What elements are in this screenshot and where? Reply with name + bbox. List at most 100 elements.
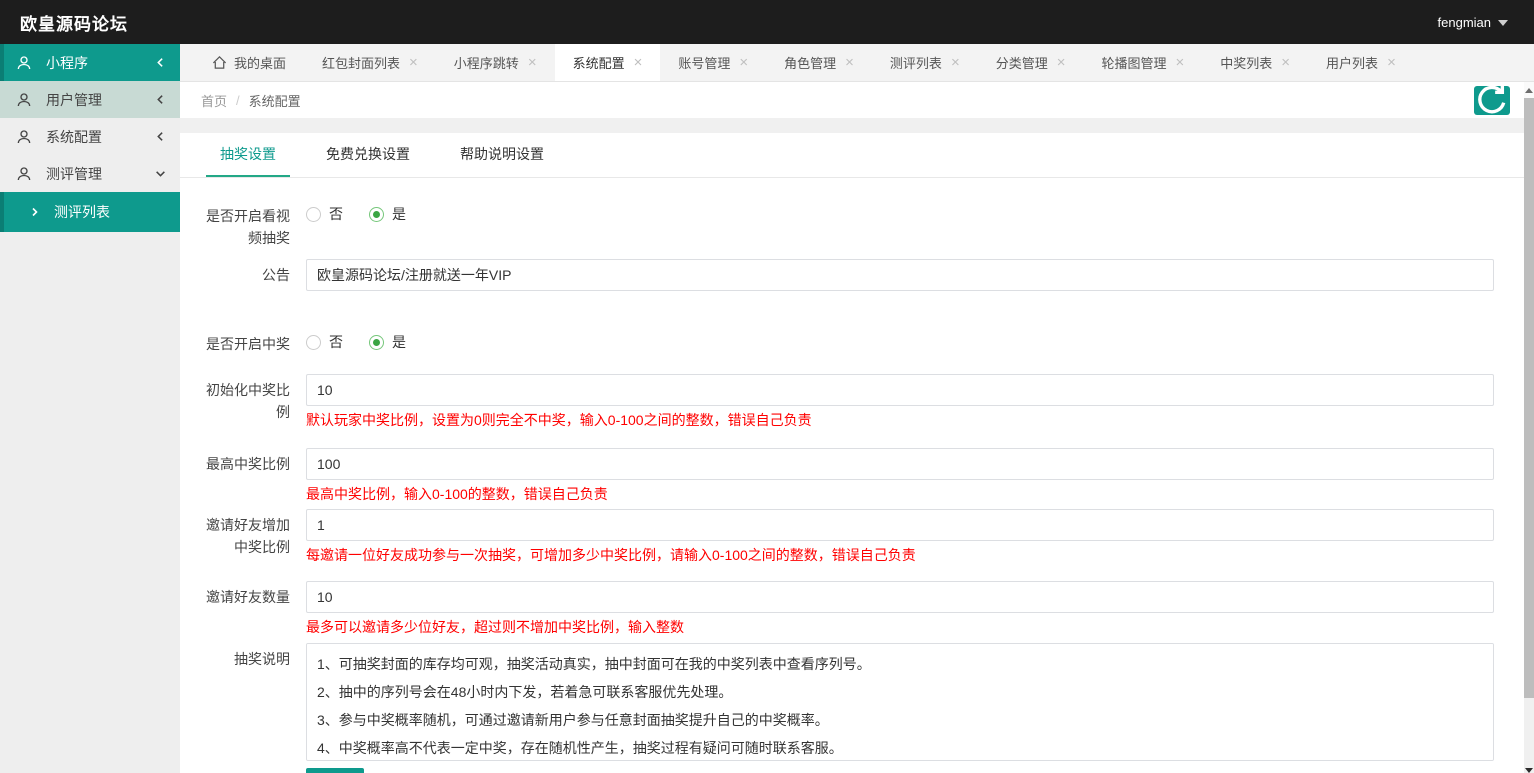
- radio-label: 否: [329, 206, 343, 222]
- tab-redpacket-cover-list[interactable]: 红包封面列表 ×: [304, 44, 436, 81]
- radio-label: 否: [329, 334, 343, 350]
- form-row-invite-ratio: 邀请好友增加中奖比例 每邀请一位好友成功参与一次抽奖，可增加多少中奖比例，请输入…: [200, 509, 1494, 565]
- user-icon: [15, 165, 33, 183]
- breadcrumb: 首页 / 系统配置: [201, 91, 301, 110]
- app-header: 欧皇源码论坛 fengmian: [0, 0, 1534, 44]
- field-hint: 默认玩家中奖比例，设置为0则完全不中奖，输入0-100之间的整数，错误自己负责: [306, 412, 812, 428]
- sidebar-item-label: 用户管理: [46, 91, 102, 108]
- field-label: 公告: [262, 267, 290, 283]
- tab-category-management[interactable]: 分类管理 ×: [978, 44, 1084, 81]
- scrollbar-thumb[interactable]: [1524, 98, 1534, 698]
- radio-icon-selected[interactable]: [369, 334, 384, 350]
- user-menu[interactable]: fengmian: [1438, 15, 1534, 30]
- main-area: 我的桌面 红包封面列表 × 小程序跳转 × 系统配置 × 账号管理 × 角色管理…: [180, 44, 1534, 773]
- radio-option-yes[interactable]: 是: [369, 332, 406, 352]
- tab-free-exchange-settings[interactable]: 免费兑换设置: [312, 133, 424, 177]
- refresh-button[interactable]: [1474, 85, 1510, 115]
- scrollbar-down-arrow[interactable]: [1524, 763, 1534, 773]
- tab-my-desktop[interactable]: 我的桌面: [194, 44, 304, 81]
- field-label: 抽奖说明: [234, 651, 290, 667]
- invite-count-input[interactable]: [306, 581, 1494, 613]
- close-icon[interactable]: ×: [739, 55, 748, 70]
- sidebar-item-label: 小程序: [46, 54, 88, 71]
- close-icon[interactable]: ×: [951, 55, 960, 70]
- field-label: 邀请好友数量: [206, 589, 290, 605]
- form-row-video-lottery: 是否开启看视频抽奖 否 是: [200, 200, 1494, 249]
- sidebar-item-system-config[interactable]: 系统配置: [0, 118, 180, 155]
- breadcrumb-home[interactable]: 首页: [201, 91, 227, 110]
- tab-miniprogram-jump[interactable]: 小程序跳转 ×: [436, 44, 555, 81]
- field-hint: 每邀请一位好友成功参与一次抽奖，可增加多少中奖比例，请输入0-100之间的整数，…: [306, 547, 916, 563]
- tab-winning-list[interactable]: 中奖列表 ×: [1202, 44, 1308, 81]
- close-icon[interactable]: ×: [409, 55, 418, 70]
- win-enabled-radio-group: 否 是: [306, 328, 1494, 352]
- form-row-notice: 公告: [200, 259, 1494, 291]
- tab-label: 系统配置: [572, 56, 625, 71]
- form-row-max-ratio: 最高中奖比例 最高中奖比例，输入0-100的整数，错误自己负责: [200, 448, 1494, 504]
- sidebar-item-label: 系统配置: [46, 128, 102, 145]
- open-tabs-bar: 我的桌面 红包封面列表 × 小程序跳转 × 系统配置 × 账号管理 × 角色管理…: [180, 44, 1534, 82]
- radio-icon-selected[interactable]: [369, 206, 384, 222]
- app-title: 欧皇源码论坛: [20, 14, 128, 34]
- sidebar-item-miniprogram[interactable]: 小程序: [0, 44, 180, 81]
- user-icon: [15, 91, 33, 109]
- radio-option-no[interactable]: 否: [306, 332, 343, 352]
- close-icon[interactable]: ×: [528, 55, 537, 70]
- tab-label: 测评列表: [889, 56, 942, 71]
- field-hint: 最多可以邀请多少位好友，超过则不增加中奖比例，输入整数: [306, 619, 684, 635]
- radio-label: 是: [392, 206, 406, 222]
- home-icon: [212, 55, 227, 70]
- tab-help-settings[interactable]: 帮助说明设置: [446, 133, 558, 177]
- notice-input[interactable]: [306, 259, 1494, 291]
- vertical-scrollbar[interactable]: [1524, 82, 1534, 773]
- tab-label: 分类管理: [995, 56, 1048, 71]
- username: fengmian: [1437, 14, 1491, 30]
- close-icon[interactable]: ×: [634, 55, 643, 70]
- close-icon[interactable]: ×: [1387, 55, 1396, 70]
- tab-role-management[interactable]: 角色管理 ×: [766, 44, 872, 81]
- sidebar-subitem-review-list[interactable]: 测评列表: [0, 192, 180, 232]
- field-label: 最高中奖比例: [206, 456, 290, 472]
- admin-page: 欧皇源码论坛 fengmian 小程序 用户管理 系统配置 测评管理 测评列表 …: [0, 0, 1534, 773]
- sidebar-subitem-label: 测评列表: [54, 204, 110, 220]
- tab-label: 角色管理: [784, 56, 837, 71]
- field-label: 初始化中奖比例: [206, 382, 290, 420]
- sidebar-item-label: 测评管理: [46, 165, 102, 182]
- tab-review-list[interactable]: 测评列表 ×: [872, 44, 978, 81]
- radio-option-no[interactable]: 否: [306, 204, 343, 224]
- radio-option-yes[interactable]: 是: [369, 204, 406, 224]
- lottery-settings-form: 是否开启看视频抽奖 否 是 公告 欧皇源码论坛/注册就送一年VIP 是否开启中奖…: [180, 178, 1524, 773]
- tab-account-management[interactable]: 账号管理 ×: [660, 44, 766, 81]
- field-label: 是否开启看视频抽奖: [206, 208, 290, 246]
- invite-ratio-input[interactable]: [306, 509, 1494, 541]
- form-row-submit: 修改: [200, 768, 1494, 773]
- close-icon[interactable]: ×: [1281, 55, 1290, 70]
- init-ratio-input[interactable]: [306, 374, 1494, 406]
- form-row-description: 抽奖说明 1、可抽奖封面的库存均可观，抽奖活动真实，抽中封面可在我的中奖列表中查…: [200, 643, 1494, 764]
- breadcrumb-separator: /: [236, 92, 240, 108]
- form-row-init-ratio: 初始化中奖比例 默认玩家中奖比例，设置为0则完全不中奖，输入0-100之间的整数…: [200, 374, 1494, 430]
- radio-icon[interactable]: [306, 206, 321, 222]
- tab-lottery-settings[interactable]: 抽奖设置: [206, 133, 290, 177]
- tab-system-config[interactable]: 系统配置 ×: [554, 44, 661, 81]
- field-hint: 最高中奖比例，输入0-100的整数，错误自己负责: [306, 486, 608, 502]
- submit-button[interactable]: 修改: [306, 768, 365, 773]
- close-icon[interactable]: ×: [1176, 55, 1185, 70]
- tab-label: 轮播图管理: [1101, 56, 1167, 71]
- close-icon[interactable]: ×: [845, 55, 854, 70]
- radio-icon[interactable]: [306, 334, 321, 350]
- tab-label: 账号管理: [678, 56, 731, 71]
- lottery-description-textarea[interactable]: 1、可抽奖封面的库存均可观，抽奖活动真实，抽中封面可在我的中奖列表中查看序列号。…: [306, 643, 1494, 761]
- sidebar-item-user-management[interactable]: 用户管理: [0, 81, 180, 118]
- scrollbar-up-arrow[interactable]: [1524, 82, 1534, 98]
- user-icon: [15, 128, 33, 146]
- sidebar-item-review-management[interactable]: 测评管理: [0, 155, 180, 192]
- tab-user-list[interactable]: 用户列表 ×: [1308, 44, 1414, 81]
- field-label: 是否开启中奖: [206, 336, 290, 352]
- settings-card: 抽奖设置 免费兑换设置 帮助说明设置 是否开启看视频抽奖 否 是 公告 欧皇源码…: [180, 133, 1524, 773]
- video-lottery-radio-group: 否 是: [306, 200, 1494, 224]
- close-icon[interactable]: ×: [1057, 55, 1066, 70]
- chevron-left-icon: [155, 131, 166, 142]
- tab-carousel-management[interactable]: 轮播图管理 ×: [1083, 44, 1202, 81]
- max-ratio-input[interactable]: [306, 448, 1494, 480]
